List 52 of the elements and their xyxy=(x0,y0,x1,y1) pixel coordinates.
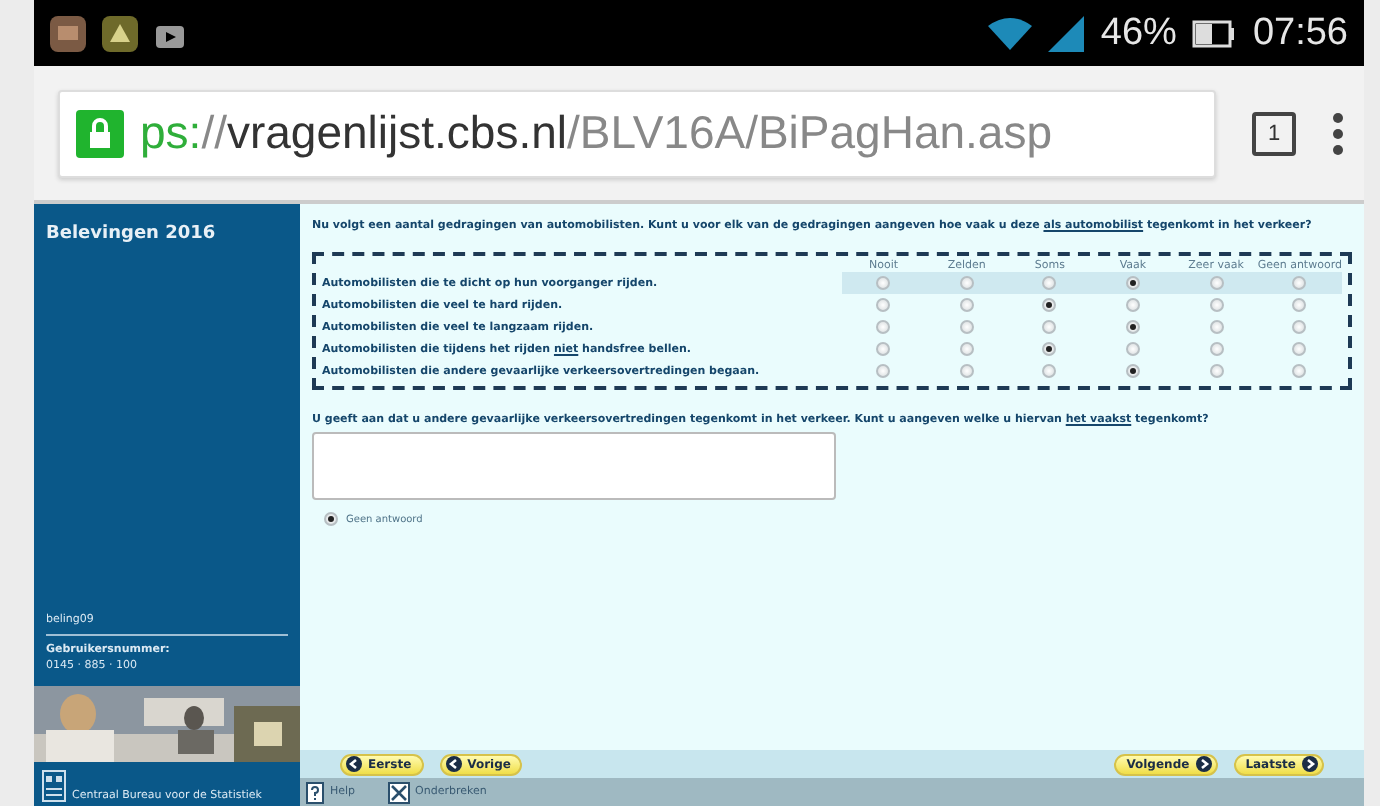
close-icon xyxy=(387,781,410,803)
radio-button[interactable] xyxy=(1042,342,1057,356)
radio-button[interactable] xyxy=(959,342,974,356)
radio-button[interactable] xyxy=(1292,320,1307,334)
radio-button[interactable] xyxy=(1125,298,1140,312)
survey-title: Belevingen 2016 xyxy=(44,222,218,248)
address-bar[interactable]: ps://vragenlijst.cbs.nl/BLV16A/BiPagHan.asp xyxy=(58,89,1216,177)
menu-icon[interactable] xyxy=(1332,111,1344,155)
organization-logo-icon xyxy=(42,770,66,802)
radio-button[interactable] xyxy=(1292,298,1307,312)
wifi-icon xyxy=(988,17,1033,49)
radio-button[interactable] xyxy=(1292,342,1307,356)
warning-icon xyxy=(102,15,138,51)
radio-button[interactable] xyxy=(1042,298,1057,312)
radio-button[interactable] xyxy=(876,298,891,312)
radio-button[interactable] xyxy=(876,364,891,378)
radio-button[interactable] xyxy=(1209,320,1224,334)
radio-button[interactable] xyxy=(959,364,974,378)
radio-button[interactable] xyxy=(1209,342,1224,356)
radio-button[interactable] xyxy=(1125,320,1140,334)
answer-box[interactable] xyxy=(312,432,836,500)
radio-button[interactable] xyxy=(1292,276,1307,290)
radio-button[interactable] xyxy=(876,320,891,334)
help-icon xyxy=(306,781,324,803)
url-text: ps://vragenlijst.cbs.nl/BLV16A/BiPagHan.asp xyxy=(140,106,1053,160)
battery-icon xyxy=(1192,19,1237,47)
radio-button[interactable] xyxy=(1125,342,1140,356)
radio-button[interactable] xyxy=(959,276,974,290)
radio-button[interactable] xyxy=(959,320,974,334)
tab-switcher-button[interactable]: 1 xyxy=(1252,111,1296,155)
lock-icon xyxy=(76,109,124,157)
radio-button[interactable] xyxy=(1209,364,1224,378)
radio-button[interactable] xyxy=(1209,276,1224,290)
radio-button[interactable] xyxy=(959,298,974,312)
left-arrow-icon xyxy=(346,756,362,772)
left-arrow-icon xyxy=(445,756,462,772)
right-arrow-icon xyxy=(1302,756,1318,772)
clock-time: 07:56 xyxy=(1252,11,1348,55)
radio-button[interactable] xyxy=(876,342,891,356)
radio-button[interactable] xyxy=(1042,276,1057,290)
app-icon xyxy=(50,15,86,51)
radio-button[interactable] xyxy=(1125,276,1140,290)
radio-button[interactable] xyxy=(1125,364,1140,378)
radio-button[interactable] xyxy=(1209,298,1224,312)
right-arrow-icon xyxy=(1195,756,1212,772)
radio-button[interactable] xyxy=(876,276,891,290)
radio-button[interactable] xyxy=(324,512,338,526)
radio-button[interactable] xyxy=(1042,320,1057,334)
signal-icon xyxy=(1048,15,1085,51)
radio-button[interactable] xyxy=(1292,364,1307,378)
radio-button[interactable] xyxy=(1042,364,1057,378)
battery-percentage: 46% xyxy=(1100,11,1177,55)
